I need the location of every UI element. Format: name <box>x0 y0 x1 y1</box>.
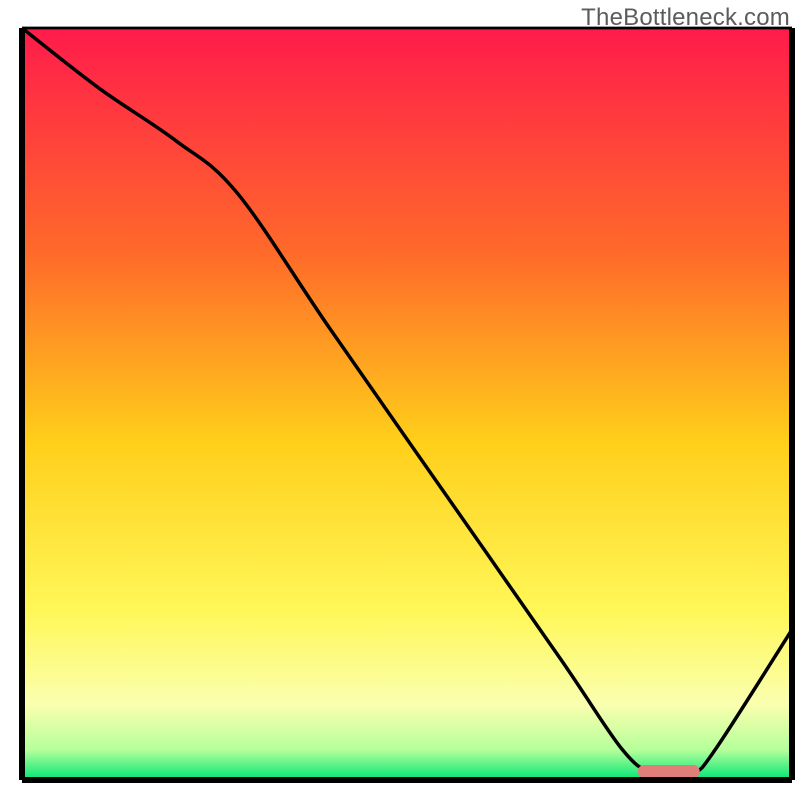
optimal-range-marker <box>638 765 700 778</box>
watermark-text: TheBottleneck.com <box>581 4 790 32</box>
gradient-background <box>22 28 792 780</box>
bottleneck-chart <box>0 0 800 800</box>
chart-stage: TheBottleneck.com <box>0 0 800 800</box>
